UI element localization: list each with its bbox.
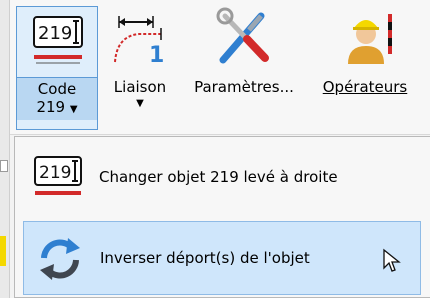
tools-icon: [209, 6, 279, 68]
code-219-icon: 219: [22, 7, 92, 69]
operateurs-button[interactable]: Opérateurs: [310, 6, 420, 130]
menu-item-invert-offsets[interactable]: Inverser déport(s) de l'objet: [23, 221, 421, 295]
operateurs-label-text: Opérateurs: [322, 78, 408, 96]
dropdown-arrow-icon: ▼: [136, 98, 144, 109]
liaison-icon: 1: [105, 6, 175, 68]
dropdown-arrow-icon: ▼: [69, 104, 78, 115]
operator-icon: [330, 6, 400, 68]
code-label: Code: [37, 80, 77, 98]
swap-arrows-icon: [30, 232, 90, 284]
menu-item-label: Inverser déport(s) de l'objet: [100, 249, 310, 267]
left-edge-marker-yellow: [0, 236, 6, 266]
code-value-text: 219: [36, 98, 66, 116]
menu-icon-text: 219: [39, 163, 71, 183]
operateurs-label: Opérateurs: [323, 78, 408, 96]
code-split-dropdown[interactable]: Code 219 ▼: [17, 77, 97, 120]
code-dropdown-menu: 219 Changer objet 219 levé à droite Inve…: [14, 136, 430, 298]
code-value: 219 ▼: [36, 98, 77, 116]
parametres-button[interactable]: Paramètres...: [180, 6, 308, 130]
code-button[interactable]: 219 Code 219 ▼: [16, 6, 98, 130]
code-219-icon: 219: [29, 151, 89, 203]
mouse-cursor-icon: [382, 248, 402, 278]
code-icon-text: 219: [38, 23, 72, 44]
left-edge-marker-white: [0, 160, 8, 172]
menu-item-change-object[interactable]: 219 Changer objet 219 levé à droite: [23, 145, 421, 209]
parametres-label: Paramètres...: [194, 78, 294, 96]
liaison-label: Liaison: [113, 78, 167, 96]
liaison-button[interactable]: 1 Liaison ▼: [100, 6, 180, 130]
ribbon: 219 Code 219 ▼ 1 Liaison ▼ Paramètres...…: [0, 0, 430, 135]
menu-item-label: Changer objet 219 levé à droite: [99, 168, 338, 186]
svg-text:1: 1: [149, 43, 164, 68]
